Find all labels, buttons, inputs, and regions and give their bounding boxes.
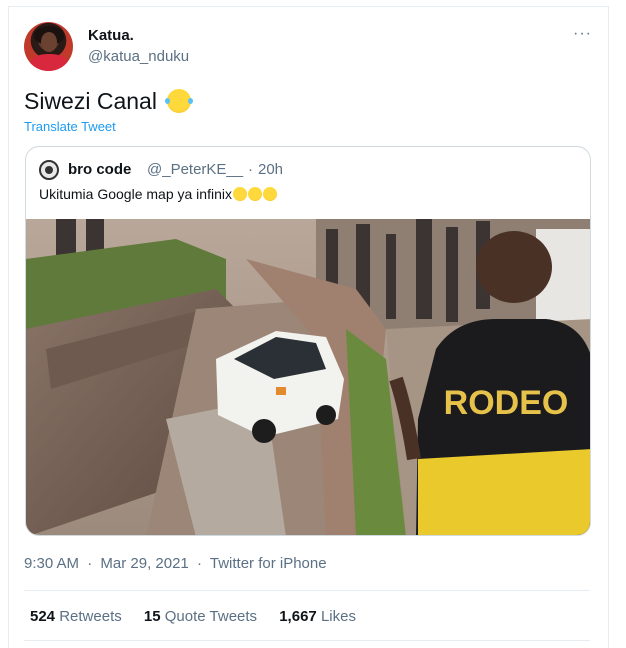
- quoted-timestamp[interactable]: 20h: [258, 161, 283, 178]
- likes-label: Likes: [320, 608, 356, 625]
- divider: [24, 640, 590, 641]
- author-handle[interactable]: @katua_nduku: [88, 48, 189, 65]
- tears-of-joy-emoji-icon: [165, 89, 194, 113]
- rofl-emoji-icon: [231, 185, 249, 203]
- meta-separator: ·: [196, 555, 202, 572]
- quoted-tweet[interactable]: bro code @_PeterKE__ · 20h Ukitumia Goog…: [25, 146, 591, 536]
- retweets-count: 524: [30, 608, 56, 625]
- quote-tweets-label: Quote Tweets: [164, 608, 258, 625]
- quoted-text-content: Ukitumia Google map ya infinix: [39, 186, 232, 202]
- tweet-time[interactable]: 9:30 AM: [24, 555, 79, 572]
- tweet-stats: 524 Retweets 15 Quote Tweets 1,667 Likes: [30, 608, 374, 625]
- translate-tweet-link[interactable]: Translate Tweet: [24, 119, 116, 134]
- avatar-shirt: [30, 54, 68, 71]
- rofl-emoji-icon: [261, 185, 279, 203]
- retweets-stat[interactable]: 524 Retweets: [30, 608, 122, 625]
- quote-tweets-count: 15: [143, 608, 161, 625]
- author-display-name[interactable]: Katua.: [88, 27, 134, 44]
- author-avatar[interactable]: [24, 22, 73, 71]
- more-options-icon[interactable]: ···: [573, 25, 592, 43]
- retweets-label: Retweets: [59, 608, 122, 625]
- quoted-separator: ·: [248, 161, 253, 178]
- quoted-photo[interactable]: RODEO: [26, 219, 591, 536]
- quote-tweets-stat[interactable]: 15 Quote Tweets: [144, 608, 257, 625]
- likes-count: 1,667: [279, 608, 317, 625]
- tweet-meta: 9:30 AM · Mar 29, 2021 · Twitter for iPh…: [24, 555, 331, 572]
- tweet-date[interactable]: Mar 29, 2021: [100, 555, 188, 572]
- meta-separator: ·: [87, 555, 93, 572]
- tweet-text-content: Siwezi Canal: [24, 88, 157, 114]
- quoted-author-handle[interactable]: @_PeterKE__: [147, 161, 243, 178]
- rofl-emoji-icon: [246, 185, 264, 203]
- shirt-text: RODEO: [444, 384, 569, 422]
- avatar-face: [41, 32, 57, 52]
- tweet-source[interactable]: Twitter for iPhone: [210, 555, 327, 572]
- tweet-text: Siwezi Canal: [24, 88, 194, 115]
- quoted-author-avatar[interactable]: [39, 160, 59, 180]
- likes-stat[interactable]: 1,667 Likes: [279, 608, 356, 625]
- quoted-text: Ukitumia Google map ya infinix: [39, 185, 279, 203]
- divider: [24, 590, 590, 591]
- quoted-author-name[interactable]: bro code: [68, 161, 131, 178]
